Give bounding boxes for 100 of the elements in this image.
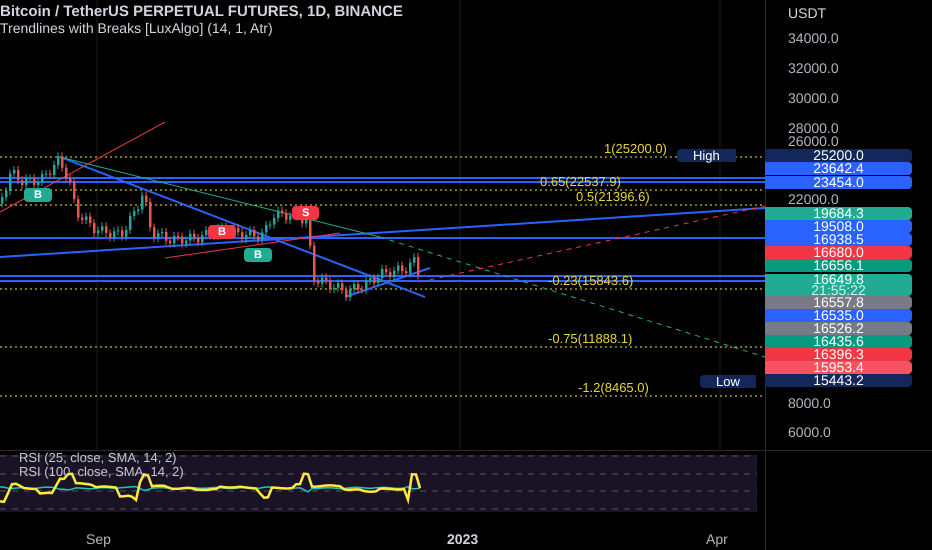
candlestick <box>285 208 288 224</box>
price-axis-label: 28000.0 <box>788 121 839 135</box>
countdown-timer: 21:55:22 <box>811 284 866 296</box>
candlestick <box>153 222 156 243</box>
candlestick <box>73 177 76 204</box>
time-axis-label: 2023 <box>447 530 478 549</box>
fib-level-label: -0.75(11888.1) <box>548 332 632 345</box>
candlestick <box>289 211 292 224</box>
candlestick <box>25 174 28 190</box>
candlestick <box>353 280 356 294</box>
candlestick <box>393 266 396 282</box>
candlestick <box>17 165 20 185</box>
price-axis-label: 30000.0 <box>788 91 839 105</box>
candlestick <box>265 220 268 237</box>
price-value: 16396.3 <box>813 348 864 360</box>
candlestick <box>253 226 256 241</box>
signal-label: B <box>208 225 236 239</box>
candlestick <box>97 226 100 238</box>
price-value: 15953.4 <box>813 360 864 374</box>
candlestick <box>101 222 104 236</box>
price-value: 16656.1 <box>813 258 864 272</box>
candlestick <box>261 228 264 244</box>
candlestick <box>65 163 68 183</box>
candlestick <box>181 232 184 248</box>
fib-level-label: 0.5(21396.6) <box>576 190 650 203</box>
candlestick <box>381 264 384 283</box>
price-value: 25200.0 <box>813 148 864 162</box>
candlestick <box>277 206 280 222</box>
candlestick <box>93 218 96 238</box>
price-value: 16557.8 <box>813 296 864 308</box>
price-value: 16526.2 <box>813 322 864 334</box>
candlestick <box>349 284 352 302</box>
price-value: 19684.3 <box>813 206 864 220</box>
price-value: 16680.0 <box>813 246 864 258</box>
candlestick <box>241 228 244 244</box>
candlestick <box>385 264 388 277</box>
price-extreme-label: Low <box>700 375 756 388</box>
candlestick <box>53 160 56 180</box>
price-value: 23454.0 <box>813 176 864 188</box>
price-axis-label: 6000.0 <box>788 425 831 439</box>
candlestick <box>117 226 120 236</box>
candlestick <box>317 276 320 288</box>
signal-label: B <box>244 248 272 262</box>
candlestick <box>189 229 192 245</box>
price-axis-label: 34000.0 <box>788 31 839 45</box>
candlestick <box>29 174 32 183</box>
candlestick <box>89 212 92 228</box>
candlestick <box>325 273 328 286</box>
candlestick <box>149 198 152 232</box>
candlestick <box>373 274 376 288</box>
candlestick <box>61 152 64 172</box>
candlestick <box>1 192 4 208</box>
price-value: 16649.8 <box>813 274 864 284</box>
candlestick <box>113 226 116 242</box>
indicator-label: Trendlines with Breaks [LuxAlgo] (14, 1, Atr) <box>0 20 274 36</box>
candlestick <box>81 213 84 225</box>
candlestick <box>9 169 12 196</box>
candlestick <box>37 178 40 190</box>
candlestick <box>273 213 276 230</box>
candlestick <box>49 169 52 180</box>
candlestick <box>125 225 128 242</box>
candlestick <box>249 226 252 240</box>
candlestick <box>205 226 208 240</box>
time-axis-label: Apr <box>706 530 728 549</box>
price-value: 16435.6 <box>813 334 864 348</box>
candlestick <box>201 230 204 247</box>
candlestick <box>185 236 188 248</box>
candlestick <box>77 194 80 222</box>
price-axis-label: 32000.0 <box>788 61 839 75</box>
candlestick <box>269 220 272 230</box>
price-value: 16938.5 <box>813 232 864 246</box>
candlestick <box>337 278 340 292</box>
candlestick <box>357 280 360 294</box>
candlestick <box>21 176 24 190</box>
candlestick <box>169 236 172 248</box>
candlestick <box>13 165 16 178</box>
price-value: 16535.0 <box>813 308 864 322</box>
candlestick <box>245 230 248 244</box>
candlestick <box>129 211 132 234</box>
currency-label: USDT <box>788 4 826 23</box>
candlestick <box>105 222 108 238</box>
candlestick <box>137 205 140 216</box>
candlestick <box>41 170 44 187</box>
candlestick <box>333 283 336 294</box>
price-extreme-label: High <box>677 149 736 162</box>
price-value: 19508.0 <box>813 220 864 232</box>
candlestick <box>121 226 124 242</box>
signal-label: B <box>24 188 52 202</box>
candlestick <box>45 169 48 179</box>
candlestick <box>141 191 144 214</box>
candlestick <box>145 191 148 206</box>
candlestick <box>193 229 196 242</box>
candlestick <box>377 274 380 288</box>
candlestick <box>165 227 168 246</box>
fib-level-label: -1.2(8465.0) <box>578 381 649 394</box>
candlestick <box>197 233 200 247</box>
candlestick <box>321 273 324 288</box>
candlestick <box>5 186 8 202</box>
rsi-label: RSI (100, close, SMA, 14, 2) <box>19 465 184 479</box>
candlestick <box>133 206 136 220</box>
